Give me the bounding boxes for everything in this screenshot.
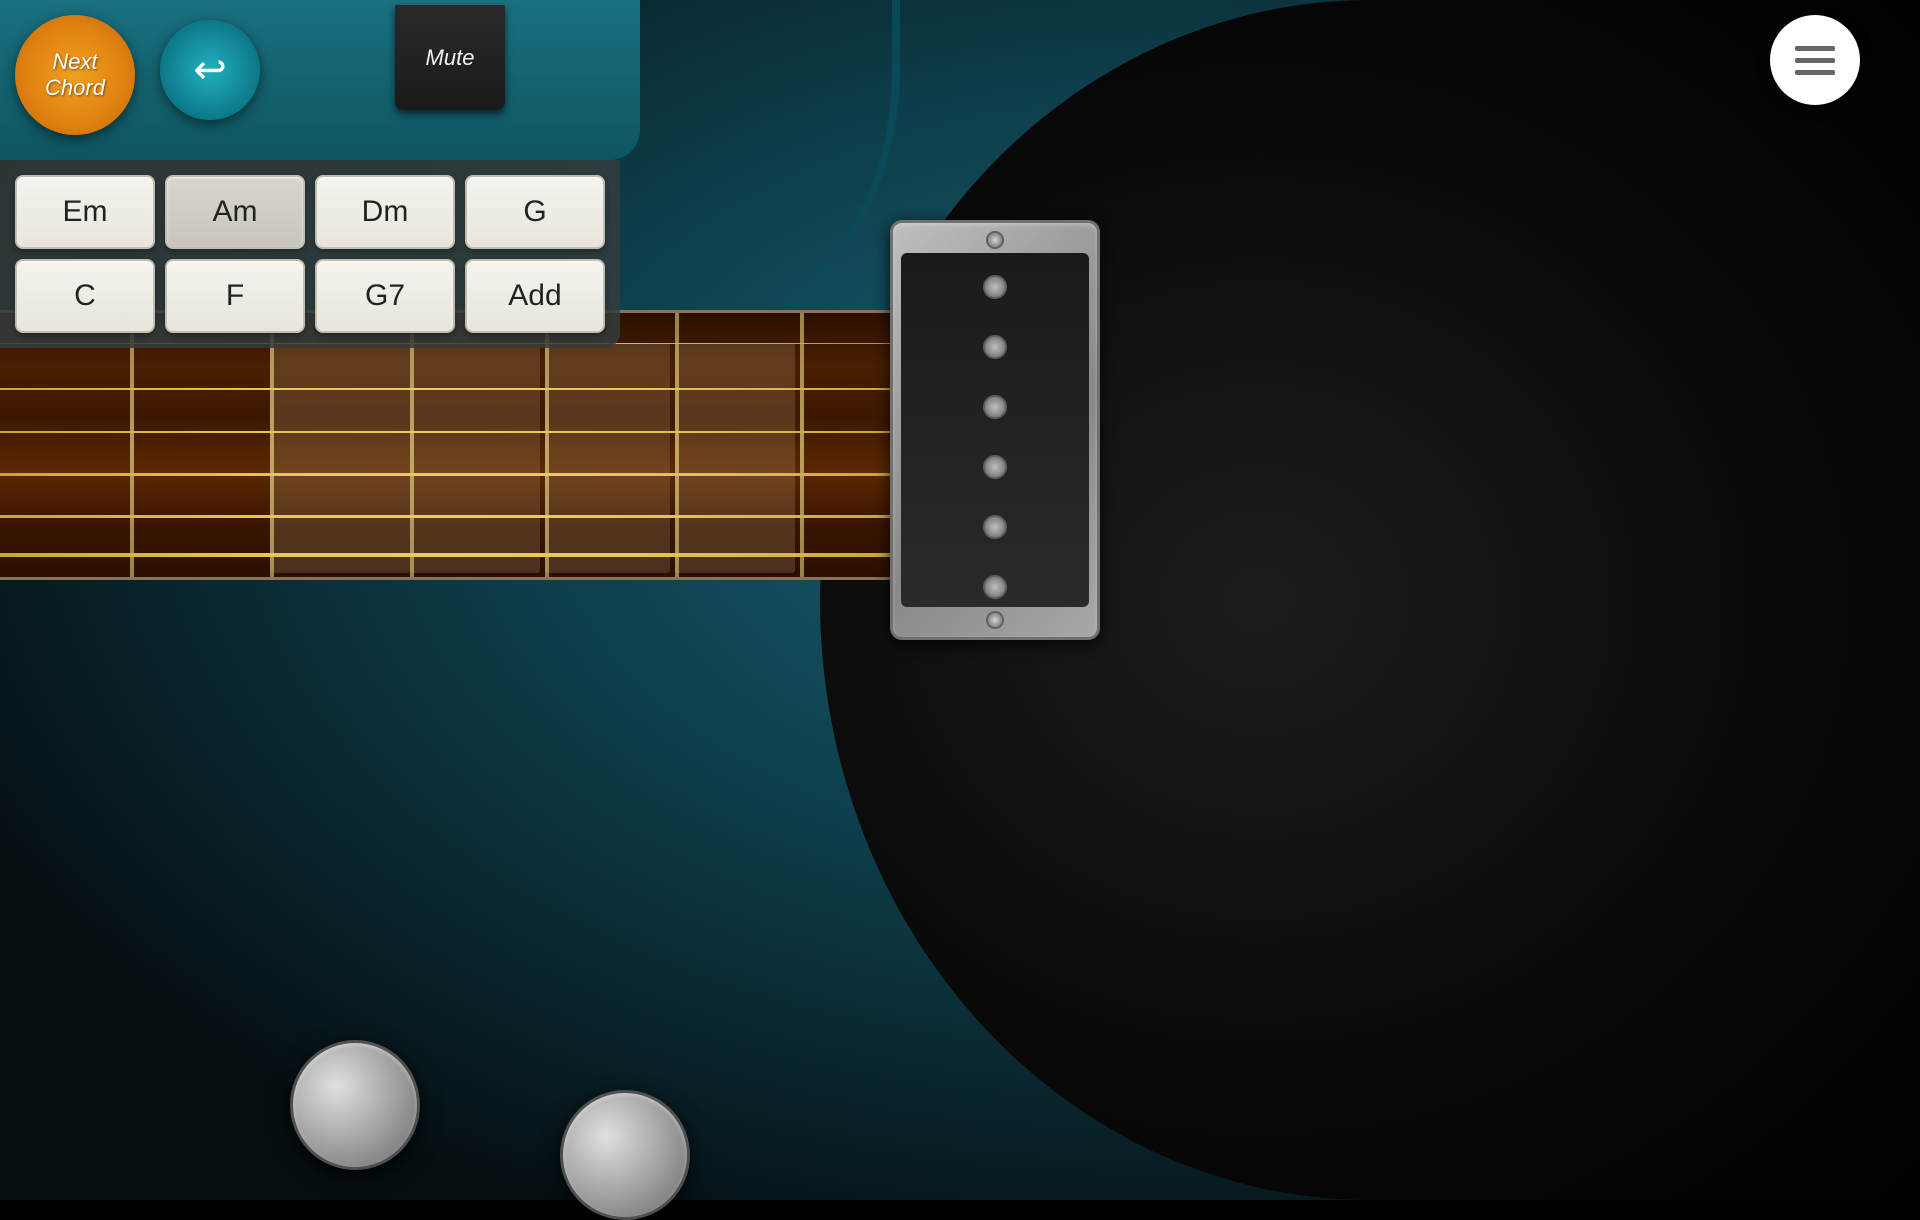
pickup-pole-6	[983, 575, 1007, 599]
tuning-peg-2	[560, 1090, 690, 1220]
fret-marker-4	[675, 343, 795, 573]
chord-c-button[interactable]: C	[15, 259, 155, 333]
chord-f-button[interactable]: F	[165, 259, 305, 333]
fret-line-1	[130, 313, 134, 577]
hamburger-line-3	[1795, 70, 1835, 75]
peg-body-1	[290, 1040, 420, 1170]
chord-g7-button[interactable]: G7	[315, 259, 455, 333]
guitar-pickup	[890, 220, 1100, 640]
fretboard	[0, 310, 900, 580]
fret-line-6	[800, 313, 804, 577]
hamburger-line-1	[1795, 46, 1835, 51]
next-chord-label: NextChord	[45, 49, 105, 102]
chord-em-button[interactable]: Em	[15, 175, 155, 249]
chord-g-button[interactable]: G	[465, 175, 605, 249]
pickup-screw-top	[986, 231, 1004, 249]
back-arrow-icon: ↩	[193, 50, 227, 90]
chord-add-button[interactable]: Add	[465, 259, 605, 333]
hamburger-menu-button[interactable]	[1770, 15, 1860, 105]
pickup-body	[901, 253, 1089, 607]
tuning-peg-1	[290, 1040, 420, 1170]
pickup-screw-bottom	[986, 611, 1004, 629]
back-button[interactable]: ↩	[160, 20, 260, 120]
pickup-pole-1	[983, 275, 1007, 299]
mute-button[interactable]: Mute	[395, 5, 505, 110]
pickup-pole-5	[983, 515, 1007, 539]
hamburger-line-2	[1795, 58, 1835, 63]
peg-body-2	[560, 1090, 690, 1220]
chord-am-button[interactable]: Am	[165, 175, 305, 249]
fret-marker-1	[270, 343, 410, 573]
pickup-pole-2	[983, 335, 1007, 359]
next-chord-button[interactable]: NextChord	[15, 15, 135, 135]
fret-marker-3	[545, 343, 670, 573]
pickup-pole-4	[983, 455, 1007, 479]
pickup-pole-3	[983, 395, 1007, 419]
fret-marker-2	[410, 343, 540, 573]
chord-dm-button[interactable]: Dm	[315, 175, 455, 249]
mute-label: Mute	[426, 45, 475, 71]
chord-grid: Em Am Dm G C F G7 Add	[0, 160, 620, 348]
